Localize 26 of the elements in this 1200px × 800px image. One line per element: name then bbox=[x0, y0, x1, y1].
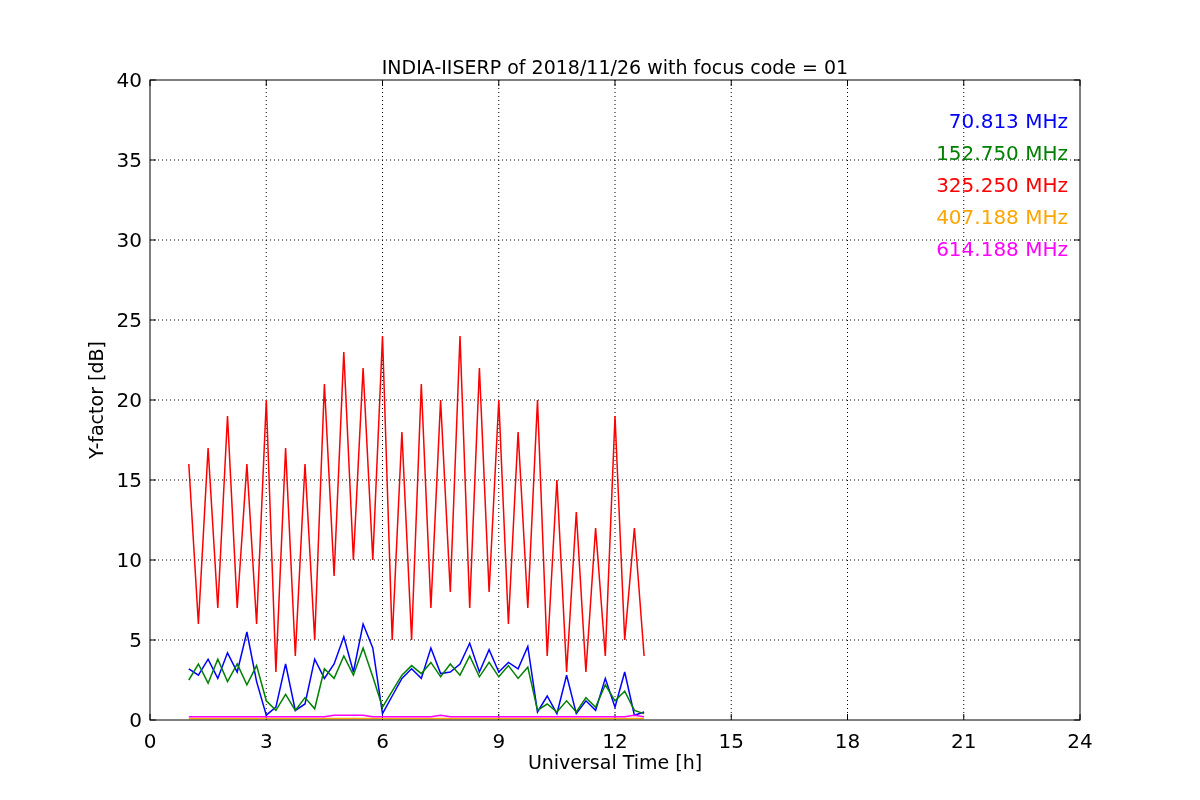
y-tick-label: 15 bbox=[116, 468, 142, 492]
x-axis-label: Universal Time [h] bbox=[527, 751, 703, 773]
chart-title: INDIA-IISERP of 2018/11/26 with focus code = 01 bbox=[381, 56, 849, 78]
x-tick-label: 21 bbox=[951, 729, 977, 753]
legend-label: 407.188 MHz bbox=[936, 205, 1068, 229]
y-tick-label: 0 bbox=[129, 708, 142, 732]
y-tick-label: 30 bbox=[116, 228, 142, 252]
legend-label: 152.750 MHz bbox=[936, 141, 1068, 165]
x-tick-label: 12 bbox=[602, 729, 628, 753]
x-tick-label: 18 bbox=[834, 729, 861, 753]
x-tick-label: 24 bbox=[1067, 729, 1093, 753]
y-tick-label: 5 bbox=[129, 628, 142, 652]
x-tick-label: 9 bbox=[492, 729, 506, 753]
legend-label: 325.250 MHz bbox=[936, 173, 1068, 197]
legend-label: 70.813 MHz bbox=[948, 109, 1068, 133]
x-tick-label: 0 bbox=[143, 729, 157, 753]
y-tick-label: 10 bbox=[116, 548, 142, 572]
x-tick-label: 15 bbox=[718, 729, 744, 753]
y-tick-label: 25 bbox=[116, 308, 142, 332]
y-tick-label: 20 bbox=[116, 388, 142, 412]
x-tick-label: 3 bbox=[259, 729, 273, 753]
legend-label: 614.188 MHz bbox=[936, 237, 1068, 261]
y-tick-label: 40 bbox=[116, 68, 142, 92]
y-axis-label: Y-factor [dB] bbox=[85, 341, 107, 459]
y-tick-label: 35 bbox=[116, 148, 142, 172]
x-tick-label: 6 bbox=[376, 729, 389, 753]
